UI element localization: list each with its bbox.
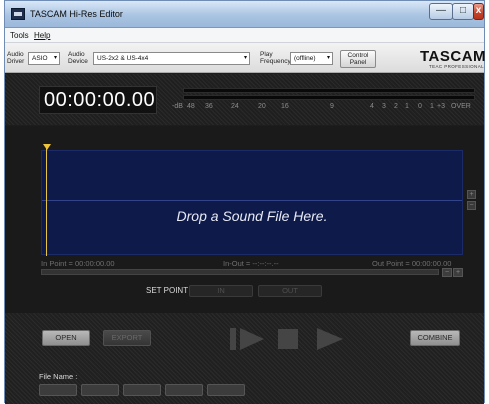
combine-button[interactable]: COMBINE bbox=[410, 330, 460, 346]
transport-panel: OPEN EXPORT COMBINE File Name : bbox=[5, 313, 484, 404]
open-button[interactable]: OPEN bbox=[42, 330, 90, 346]
waveform-drop-zone[interactable]: Drop a Sound File Here. bbox=[41, 150, 463, 255]
file-name-segment[interactable] bbox=[39, 384, 77, 396]
chevron-down-icon: ▾ bbox=[53, 55, 57, 61]
position-scrollbar[interactable] bbox=[41, 269, 439, 275]
set-point-label: SET POINT bbox=[146, 286, 189, 295]
tascam-logo: TASCAM TEAC PROFESSIONAL bbox=[420, 48, 487, 69]
level-meter-left bbox=[183, 88, 475, 93]
menu-help[interactable]: Help bbox=[34, 31, 50, 40]
audio-device-select[interactable]: US-2x2 & US-4x4 ▾ bbox=[93, 52, 250, 65]
audio-driver-select[interactable]: ASIO ▾ bbox=[28, 52, 60, 65]
meter-scale-label: -dB bbox=[172, 103, 183, 110]
in-point-readout: In Point = 00:00:00.00 bbox=[41, 259, 115, 268]
meter-scale-label: 2 bbox=[394, 103, 398, 110]
in-out-readout: In-Out = --:--:--.-- bbox=[223, 259, 279, 268]
control-panel-button[interactable]: Control Panel bbox=[340, 50, 376, 68]
meter-scale-label: 36 bbox=[205, 103, 213, 110]
zoom-in-button[interactable]: + bbox=[467, 190, 476, 199]
file-name-segment[interactable] bbox=[123, 384, 161, 396]
meter-scale-label: +3 bbox=[437, 103, 445, 110]
title-bar[interactable]: TASCAM Hi-Res Editor — □ x bbox=[5, 1, 484, 28]
play-from-start-icon[interactable] bbox=[230, 327, 266, 351]
playhead-marker-icon[interactable] bbox=[43, 144, 51, 150]
chevron-down-icon: ▾ bbox=[243, 55, 247, 61]
audio-device-label: Audio Device bbox=[68, 51, 88, 65]
meter-scale-label: 4 bbox=[370, 103, 374, 110]
meter-display: 00:00:00.00 -dB 48 36 24 20 16 9 4 3 2 1… bbox=[5, 74, 484, 125]
app-icon bbox=[11, 8, 25, 20]
stop-icon[interactable] bbox=[277, 327, 299, 351]
playhead-line[interactable] bbox=[46, 146, 47, 256]
meter-scale-label: 1 bbox=[430, 103, 434, 110]
file-name-segment[interactable] bbox=[165, 384, 203, 396]
timecode-display: 00:00:00.00 bbox=[39, 86, 157, 114]
meter-scale-label: 48 bbox=[187, 103, 195, 110]
zoom-out-button[interactable]: − bbox=[467, 201, 476, 210]
waveform-center-line bbox=[42, 200, 462, 201]
audio-driver-label: Audio Driver bbox=[7, 51, 25, 65]
settings-toolbar: Audio Driver ASIO ▾ Audio Device US-2x2 … bbox=[5, 43, 487, 73]
maximize-button[interactable]: □ bbox=[452, 3, 474, 20]
close-button[interactable]: x bbox=[473, 3, 484, 20]
scroll-minus-button[interactable]: − bbox=[442, 268, 452, 277]
chevron-down-icon: ▾ bbox=[326, 55, 330, 61]
menu-bar: Tools Help bbox=[5, 28, 484, 43]
meter-scale-label: OVER bbox=[451, 103, 471, 110]
level-meter-right bbox=[183, 95, 475, 100]
meter-scale-label: 20 bbox=[258, 103, 266, 110]
window-title: TASCAM Hi-Res Editor bbox=[30, 9, 123, 19]
file-name-segment[interactable] bbox=[207, 384, 245, 396]
play-frequency-select[interactable]: (offline) ▾ bbox=[290, 52, 333, 65]
play-frequency-label: Play Frequency bbox=[260, 51, 291, 65]
minimize-button[interactable]: — bbox=[429, 3, 453, 20]
set-in-button[interactable]: IN bbox=[189, 285, 253, 297]
meter-scale-label: 9 bbox=[330, 103, 334, 110]
editor-area: Drop a Sound File Here. + − In Point = 0… bbox=[5, 126, 484, 313]
out-point-readout: Out Point = 00:00:00.00 bbox=[372, 259, 452, 268]
meter-scale-label: 0 bbox=[418, 103, 422, 110]
app-window: TASCAM Hi-Res Editor — □ x Tools Help Au… bbox=[4, 0, 487, 404]
file-name-segment[interactable] bbox=[81, 384, 119, 396]
file-name-label: File Name : bbox=[39, 372, 78, 381]
set-out-button[interactable]: OUT bbox=[258, 285, 322, 297]
drop-hint-text: Drop a Sound File Here. bbox=[176, 208, 328, 224]
play-icon[interactable] bbox=[315, 327, 345, 351]
meter-scale-label: 1 bbox=[405, 103, 409, 110]
menu-tools[interactable]: Tools bbox=[10, 31, 29, 40]
meter-scale-label: 24 bbox=[231, 103, 239, 110]
meter-scale-label: 3 bbox=[382, 103, 386, 110]
meter-scale-label: 16 bbox=[281, 103, 289, 110]
scroll-plus-button[interactable]: + bbox=[453, 268, 463, 277]
export-button[interactable]: EXPORT bbox=[103, 330, 151, 346]
